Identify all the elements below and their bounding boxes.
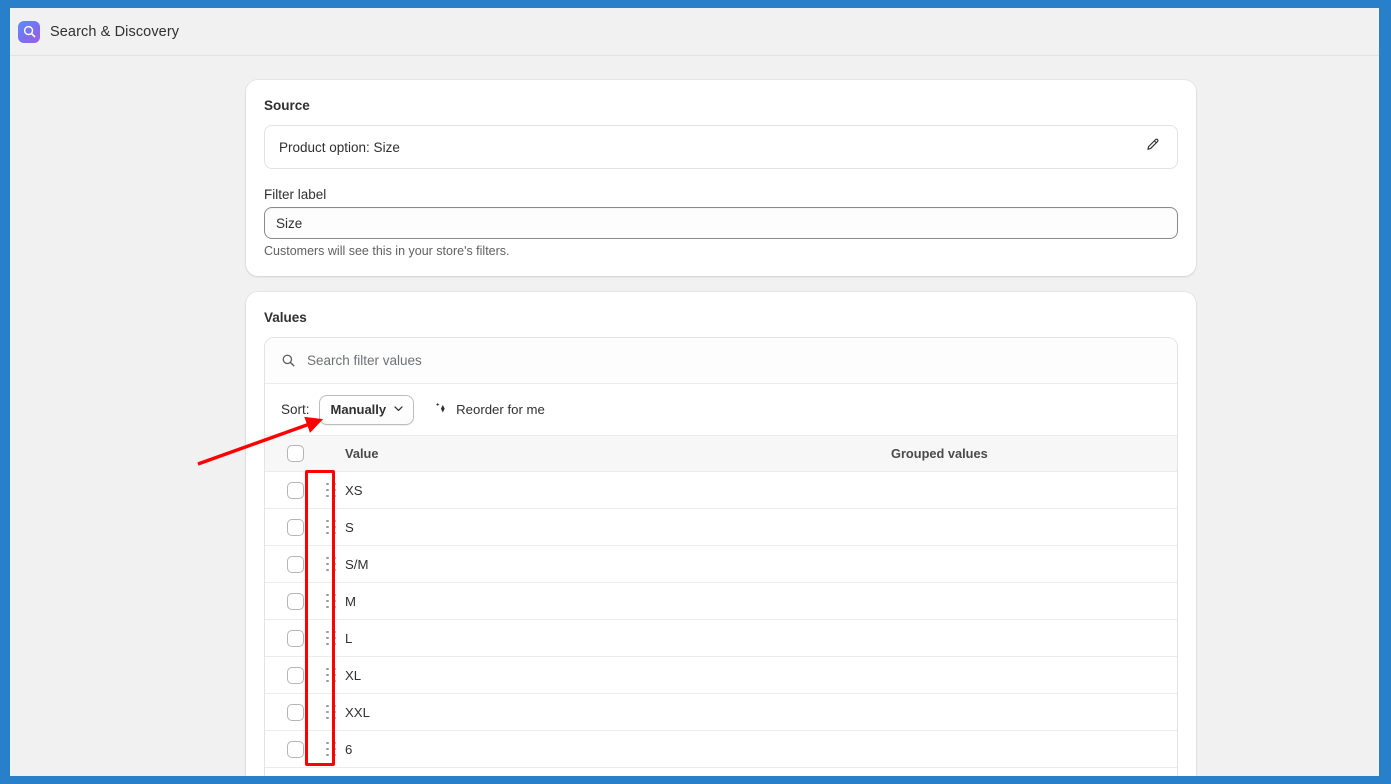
select-all-cell bbox=[273, 445, 317, 462]
table-row[interactable]: 6 bbox=[265, 731, 1177, 768]
filter-label-input[interactable] bbox=[264, 207, 1178, 239]
page-title: Search & Discovery bbox=[50, 23, 180, 40]
drag-handle-icon[interactable] bbox=[326, 704, 337, 720]
table-row[interactable]: S/M bbox=[265, 546, 1177, 583]
row-drag-cell bbox=[317, 667, 345, 683]
row-drag-cell bbox=[317, 741, 345, 757]
row-select-cell bbox=[273, 481, 317, 499]
row-value: XS bbox=[345, 482, 363, 498]
row-select-cell bbox=[273, 740, 317, 758]
app-topbar: Search & Discovery bbox=[10, 8, 1379, 56]
source-card: Source Product option: Size Filter label… bbox=[246, 80, 1196, 276]
drag-handle-icon[interactable] bbox=[326, 630, 337, 646]
drag-handle-icon[interactable] bbox=[326, 519, 337, 535]
sort-select[interactable]: Manually bbox=[318, 394, 415, 425]
table-row[interactable]: XS bbox=[265, 472, 1177, 509]
chevron-down-icon bbox=[393, 402, 404, 417]
values-search-input[interactable] bbox=[305, 352, 1161, 369]
values-card: Values Sort: bbox=[246, 292, 1196, 776]
table-row[interactable]: XL bbox=[265, 657, 1177, 694]
row-checkbox[interactable] bbox=[286, 592, 304, 610]
pencil-icon bbox=[1144, 137, 1161, 157]
column-header-grouped-values: Grouped values bbox=[891, 446, 988, 461]
row-select-cell bbox=[273, 592, 317, 610]
filter-label-field-group: Filter label Customers will see this in … bbox=[246, 169, 1196, 258]
values-panel: Sort: Manually bbox=[264, 337, 1178, 776]
search-magnifier-icon bbox=[18, 20, 40, 43]
row-value: XXL bbox=[345, 704, 370, 720]
magic-sparkle-icon bbox=[434, 401, 449, 419]
row-checkbox[interactable] bbox=[286, 481, 304, 499]
source-value-box[interactable]: Product option: Size bbox=[264, 125, 1178, 169]
values-section-title: Values bbox=[264, 310, 307, 325]
table-row[interactable]: M bbox=[265, 583, 1177, 620]
sort-select-value: Manually bbox=[330, 402, 387, 417]
row-select-cell bbox=[273, 629, 317, 647]
table-row[interactable]: XXL bbox=[265, 694, 1177, 731]
row-drag-cell bbox=[317, 556, 345, 572]
source-section-title: Source bbox=[264, 98, 310, 113]
row-select-cell bbox=[273, 703, 317, 721]
drag-handle-icon[interactable] bbox=[326, 482, 337, 498]
reorder-for-me-label: Reorder for me bbox=[456, 402, 545, 417]
filter-label-help-text: Customers will see this in your store's … bbox=[264, 244, 510, 258]
edit-source-button[interactable] bbox=[1139, 134, 1165, 160]
row-checkbox[interactable] bbox=[286, 740, 304, 758]
values-search-row[interactable] bbox=[265, 338, 1177, 384]
row-drag-cell bbox=[317, 704, 345, 720]
screen: Search & Discovery Source Product option… bbox=[0, 0, 1391, 784]
values-table-header: Value Grouped values bbox=[265, 436, 1177, 472]
table-row[interactable]: L bbox=[265, 620, 1177, 657]
reorder-for-me-button[interactable]: Reorder for me bbox=[434, 401, 545, 419]
drag-handle-icon[interactable] bbox=[326, 593, 337, 609]
row-drag-cell bbox=[317, 593, 345, 609]
drag-handle-icon[interactable] bbox=[326, 741, 337, 757]
row-drag-cell bbox=[317, 482, 345, 498]
row-checkbox[interactable] bbox=[286, 703, 304, 721]
row-drag-cell bbox=[317, 630, 345, 646]
row-value: S/M bbox=[345, 556, 369, 572]
row-checkbox[interactable] bbox=[286, 518, 304, 536]
search-icon bbox=[281, 353, 296, 368]
row-checkbox[interactable] bbox=[286, 555, 304, 573]
row-checkbox[interactable] bbox=[286, 666, 304, 684]
select-all-checkbox[interactable] bbox=[286, 445, 304, 462]
column-header-value: Value bbox=[345, 446, 379, 461]
row-select-cell bbox=[273, 666, 317, 684]
page-body: Source Product option: Size Filter label… bbox=[10, 56, 1379, 776]
row-checkbox[interactable] bbox=[286, 629, 304, 647]
row-select-cell bbox=[273, 518, 317, 536]
drag-handle-icon[interactable] bbox=[326, 667, 337, 683]
table-row[interactable]: S bbox=[265, 509, 1177, 546]
row-value: XL bbox=[345, 667, 362, 683]
sort-row: Sort: Manually Reorder for me bbox=[265, 384, 1177, 436]
drag-handle-icon[interactable] bbox=[326, 556, 337, 572]
values-table-body: XS S S/M M L XL XXL 6 bbox=[265, 472, 1177, 768]
sort-label: Sort: bbox=[281, 402, 310, 417]
row-value: M bbox=[345, 593, 356, 609]
source-value-text: Product option: Size bbox=[279, 139, 400, 155]
row-value: L bbox=[345, 630, 353, 646]
row-value: S bbox=[345, 519, 354, 535]
app-window: Search & Discovery Source Product option… bbox=[10, 8, 1379, 776]
row-select-cell bbox=[273, 555, 317, 573]
row-drag-cell bbox=[317, 519, 345, 535]
filter-label-label: Filter label bbox=[264, 187, 327, 202]
row-value: 6 bbox=[345, 741, 353, 757]
